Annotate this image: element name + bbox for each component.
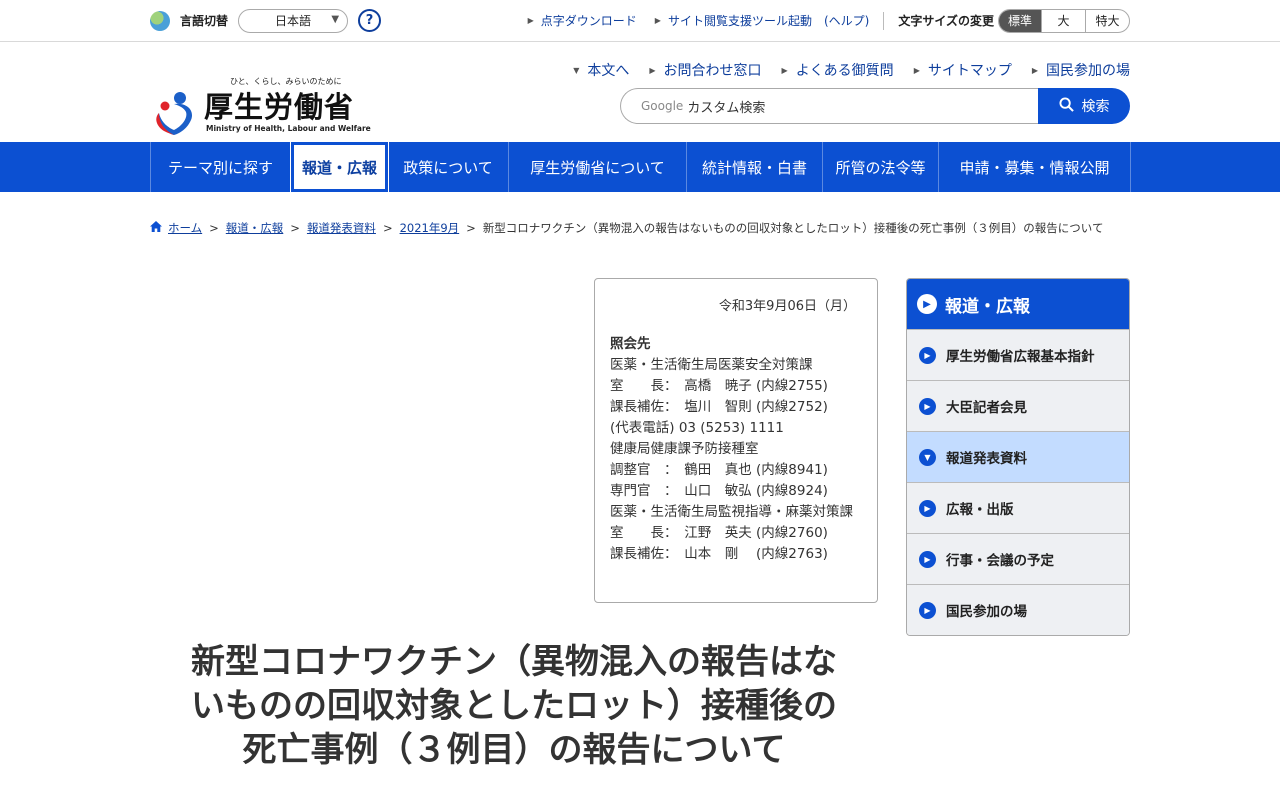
chevron-right-icon: ▶	[919, 499, 936, 517]
header-links: ▼ 本文へ ▶ お問合わせ窓口 ▶ よくある御質問 ▶ サイトマップ ▶ 国民参加の場	[553, 60, 1130, 80]
side-nav-item-pr-policy[interactable]: ▶ 厚生労働省広報基本指針	[907, 329, 1129, 380]
contact-line: 課長補佐： 塩川 智則 (内線2752)	[610, 399, 828, 415]
breadcrumb-press[interactable]: 報道・広報	[226, 220, 284, 236]
side-nav-item-press-releases[interactable]: ▼ 報道発表資料	[907, 431, 1129, 482]
chevron-right-icon: ▶	[913, 65, 920, 75]
mhlw-logo-icon	[156, 92, 193, 135]
sitemap-link[interactable]: ▶ サイトマップ	[914, 60, 1012, 80]
help-icon[interactable]: ?	[358, 9, 382, 32]
logo-english-name: Ministry of Health, Labour and Welfare	[206, 124, 371, 133]
site-search: Google カスタム検索 検索	[620, 88, 1130, 124]
chevron-right-icon: ▶	[919, 397, 936, 415]
chevron-down-icon: ▼	[573, 65, 580, 75]
side-nav: ▶ 報道・広報 ▶ 厚生労働省広報基本指針 ▶ 大臣記者会見 ▼ 報道発表資料 ▶ 広報…	[906, 278, 1130, 636]
public-participation-link[interactable]: ▶ 国民参加の場	[1032, 60, 1130, 80]
page-title-line: 新型コロナワクチン（異物混入の報告はな	[191, 642, 837, 682]
contact-line: 医薬・生活衛生局監視指導・麻薬対策課	[610, 504, 853, 520]
search-input[interactable]: Google カスタム検索	[620, 88, 1038, 124]
contact-line: 健康局健康課予防接種室	[610, 441, 759, 457]
chevron-right-icon: ▶	[781, 65, 788, 75]
chevron-right-icon: ▶	[919, 601, 936, 619]
side-nav-item-publications[interactable]: ▶ 広報・出版	[907, 482, 1129, 533]
global-nav: テーマ別に探す 報道・広報 政策について 厚生労働省について 統計情報・白書 所…	[0, 141, 1280, 193]
breadcrumb-separator: >	[290, 221, 300, 235]
nav-item-laws[interactable]: 所管の法令等	[823, 142, 939, 192]
release-date: 令和3年9月06日（月）	[718, 299, 856, 314]
faq-link[interactable]: ▶ よくある御質問	[782, 60, 894, 80]
breadcrumb: ホーム > 報道・広報 > 報道発表資料 > 2021年9月 > 新型コロナワク…	[150, 220, 1103, 236]
breadcrumb-separator: >	[209, 221, 219, 235]
breadcrumb-press-releases[interactable]: 報道発表資料	[307, 220, 376, 236]
contact-line: 専門官 ： 山口 敏弘 (内線8924)	[610, 483, 828, 499]
nav-item-applications[interactable]: 申請・募集・情報公開	[939, 142, 1131, 192]
breadcrumb-month[interactable]: 2021年9月	[400, 220, 460, 236]
page-title: 新型コロナワクチン（異物混入の報告はな いものの回収対象としたロット）接種後の …	[150, 640, 878, 772]
side-nav-heading[interactable]: ▶ 報道・広報	[907, 279, 1129, 329]
font-size-switcher: 標準 大 特大	[998, 8, 1130, 33]
side-nav-item-participation[interactable]: ▶ 国民参加の場	[907, 584, 1129, 635]
nav-item-statistics[interactable]: 統計情報・白書	[687, 142, 823, 192]
side-nav-item-events[interactable]: ▶ 行事・会議の予定	[907, 533, 1129, 584]
site-logo[interactable]: ひと、くらし、みらいのために 厚生労働省 Ministry of Health,…	[150, 74, 371, 138]
chevron-right-icon: ▶	[917, 294, 937, 314]
search-button[interactable]: 検索	[1038, 88, 1130, 124]
search-button-label: 検索	[1081, 99, 1110, 115]
breadcrumb-separator: >	[382, 221, 393, 235]
contact-link[interactable]: ▶ お問合わせ窓口	[649, 60, 761, 80]
braille-download-link[interactable]: ▶ 点字ダウンロード	[528, 12, 637, 29]
contact-line: 調整官 ： 鶴田 真也 (内線8941)	[610, 462, 828, 478]
page-title-line: 死亡事例（３例目）の報告について	[242, 730, 786, 770]
chevron-right-icon: ▶	[919, 346, 936, 364]
font-size-xlarge-button[interactable]: 特大	[1085, 9, 1129, 32]
language-select-value: 日本語	[275, 14, 312, 28]
chevron-down-icon: ▼	[331, 13, 340, 25]
chevron-right-icon: ▶	[919, 550, 936, 568]
breadcrumb-current: 新型コロナワクチン（異物混入の報告はないものの回収対象としたロット）接種後の死亡…	[482, 221, 1104, 235]
contact-heading: 照会先	[610, 336, 651, 352]
breadcrumb-separator: >	[466, 221, 476, 235]
search-placeholder: カスタム検索	[687, 100, 766, 116]
google-label: Google	[641, 99, 684, 113]
site-header: ひと、くらし、みらいのために 厚生労働省 Ministry of Health,…	[0, 42, 1280, 142]
nav-item-about[interactable]: 厚生労働省について	[509, 142, 687, 192]
globe-icon	[150, 10, 170, 31]
contact-line: 室 長： 高橋 暁子 (内線2755)	[610, 378, 828, 394]
chevron-down-icon: ▼	[919, 448, 936, 466]
divider	[883, 11, 885, 30]
chevron-right-icon: ▶	[654, 16, 661, 25]
font-size-label: 文字サイズの変更	[898, 14, 994, 28]
breadcrumb-home[interactable]: ホーム	[168, 220, 202, 236]
contact-line: 課長補佐： 山本 剛 (内線2763)	[610, 546, 828, 562]
nav-item-press[interactable]: 報道・広報	[290, 141, 389, 193]
nav-item-themes[interactable]: テーマ別に探す	[151, 142, 291, 192]
language-select[interactable]: 日本語 ▼	[238, 8, 349, 33]
skip-to-content-link[interactable]: ▼ 本文へ	[573, 60, 629, 80]
font-size-large-button[interactable]: 大	[1041, 9, 1085, 32]
contact-line: (代表電話) 03 (5253) 1111	[610, 420, 784, 436]
logo-name: 厚生労働省	[204, 90, 355, 124]
utility-bar: 言語切替 日本語 ▼ ? ▶ 点字ダウンロード ▶ サイト閲覧支援ツール起動 (ヘル…	[0, 0, 1280, 42]
contact-line: 室 長： 江野 英夫 (内線2760)	[610, 525, 828, 541]
search-icon	[1058, 96, 1074, 116]
chevron-right-icon: ▶	[1031, 65, 1038, 75]
chevron-right-icon: ▶	[649, 65, 656, 75]
page-title-line: いものの回収対象としたロット）接種後の	[191, 686, 837, 726]
language-label: 言語切替	[180, 14, 229, 28]
home-icon	[150, 221, 162, 235]
accessibility-help-link[interactable]: (ヘルプ)	[824, 12, 869, 29]
nav-item-policy[interactable]: 政策について	[388, 142, 509, 192]
accessibility-tool-link[interactable]: ▶ サイト閲覧支援ツール起動	[655, 12, 812, 29]
font-size-standard-button[interactable]: 標準	[999, 9, 1041, 32]
contact-box: 令和3年9月06日（月） 照会先 医薬・生活衛生局医薬安全対策課 室 長： 高橋…	[594, 278, 878, 603]
chevron-right-icon: ▶	[527, 16, 534, 25]
side-nav-item-press-conference[interactable]: ▶ 大臣記者会見	[907, 380, 1129, 431]
contact-line: 医薬・生活衛生局医薬安全対策課	[610, 357, 813, 373]
